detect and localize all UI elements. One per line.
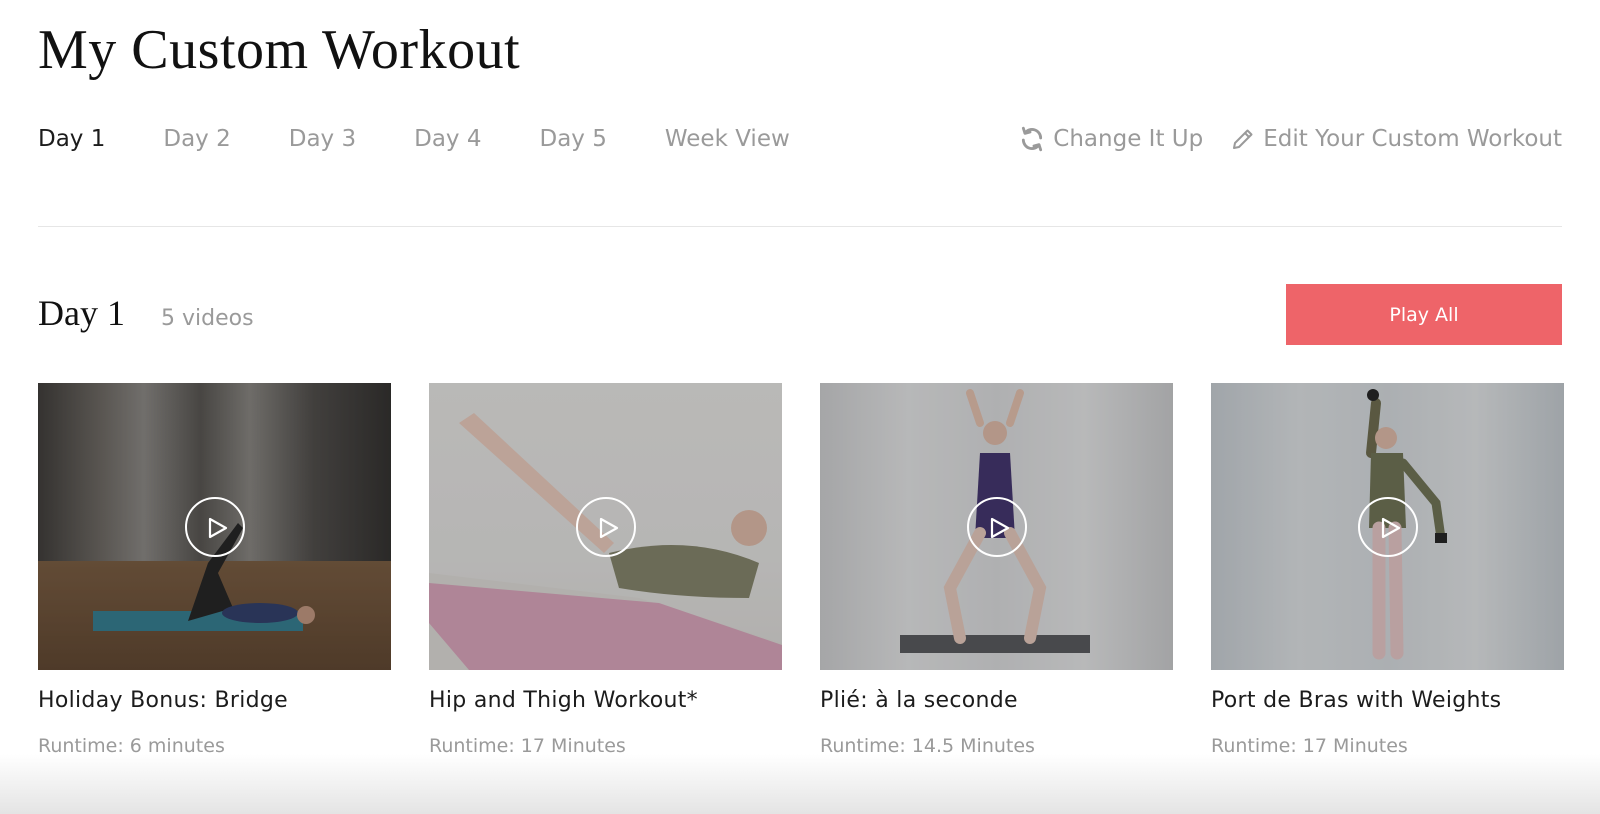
page-title: My Custom Workout: [38, 19, 521, 81]
video-runtime: Runtime: 17 Minutes: [429, 735, 626, 757]
day-section-header: Day 1 5 videos: [38, 292, 254, 334]
section-title: Day 1: [38, 293, 125, 333]
video-title[interactable]: Plié: à la seconde: [820, 688, 1173, 713]
video-card[interactable]: Holiday Bonus: Bridge Runtime: 6 minutes: [38, 383, 391, 757]
video-count: 5 videos: [160, 306, 254, 331]
tab-day-1[interactable]: Day 1: [38, 126, 105, 152]
workout-page: My Custom Workout Day 1 Day 2 Day 3 Day …: [0, 0, 1600, 814]
video-title[interactable]: Port de Bras with Weights: [1211, 688, 1564, 713]
change-it-up-label: Change It Up: [1053, 126, 1204, 152]
video-runtime: Runtime: 17 Minutes: [1211, 735, 1408, 757]
video-runtime: Runtime: 14.5 Minutes: [820, 735, 1035, 757]
play-icon[interactable]: [966, 496, 1027, 557]
scroll-fade: [0, 754, 1600, 814]
play-icon[interactable]: [1357, 496, 1418, 557]
video-title[interactable]: Hip and Thigh Workout*: [429, 688, 782, 713]
video-thumbnail[interactable]: [38, 383, 391, 670]
edit-custom-workout-button[interactable]: Edit Your Custom Workout: [1231, 126, 1562, 152]
day-tabs: Day 1 Day 2 Day 3 Day 4 Day 5 Week View: [38, 126, 848, 152]
video-title[interactable]: Holiday Bonus: Bridge: [38, 688, 391, 713]
tab-day-2[interactable]: Day 2: [163, 126, 230, 152]
change-it-up-button[interactable]: Change It Up: [1019, 126, 1203, 152]
edit-custom-workout-label: Edit Your Custom Workout: [1263, 126, 1562, 152]
refresh-icon: [1022, 126, 1043, 152]
tab-day-3[interactable]: Day 3: [289, 126, 356, 152]
workout-actions: Change It Up Edit Your Custom Workout: [1019, 126, 1562, 152]
tab-day-5[interactable]: Day 5: [540, 126, 607, 152]
video-thumbnail[interactable]: [429, 383, 782, 670]
play-all-button[interactable]: Play All: [1286, 284, 1562, 345]
play-icon[interactable]: [575, 496, 636, 557]
tab-day-4[interactable]: Day 4: [414, 126, 481, 152]
pencil-icon: [1233, 129, 1253, 149]
video-thumbnail[interactable]: [820, 383, 1173, 670]
divider: [38, 226, 1562, 227]
video-card[interactable]: Hip and Thigh Workout* Runtime: 17 Minut…: [429, 383, 782, 757]
video-list: Holiday Bonus: Bridge Runtime: 6 minutes…: [38, 383, 1564, 757]
video-card[interactable]: Plié: à la seconde Runtime: 14.5 Minutes: [820, 383, 1173, 757]
video-runtime: Runtime: 6 minutes: [38, 735, 225, 757]
play-icon[interactable]: [184, 496, 245, 557]
video-thumbnail[interactable]: [1211, 383, 1564, 670]
video-card[interactable]: Port de Bras with Weights Runtime: 17 Mi…: [1211, 383, 1564, 757]
tab-week-view[interactable]: Week View: [665, 126, 790, 152]
